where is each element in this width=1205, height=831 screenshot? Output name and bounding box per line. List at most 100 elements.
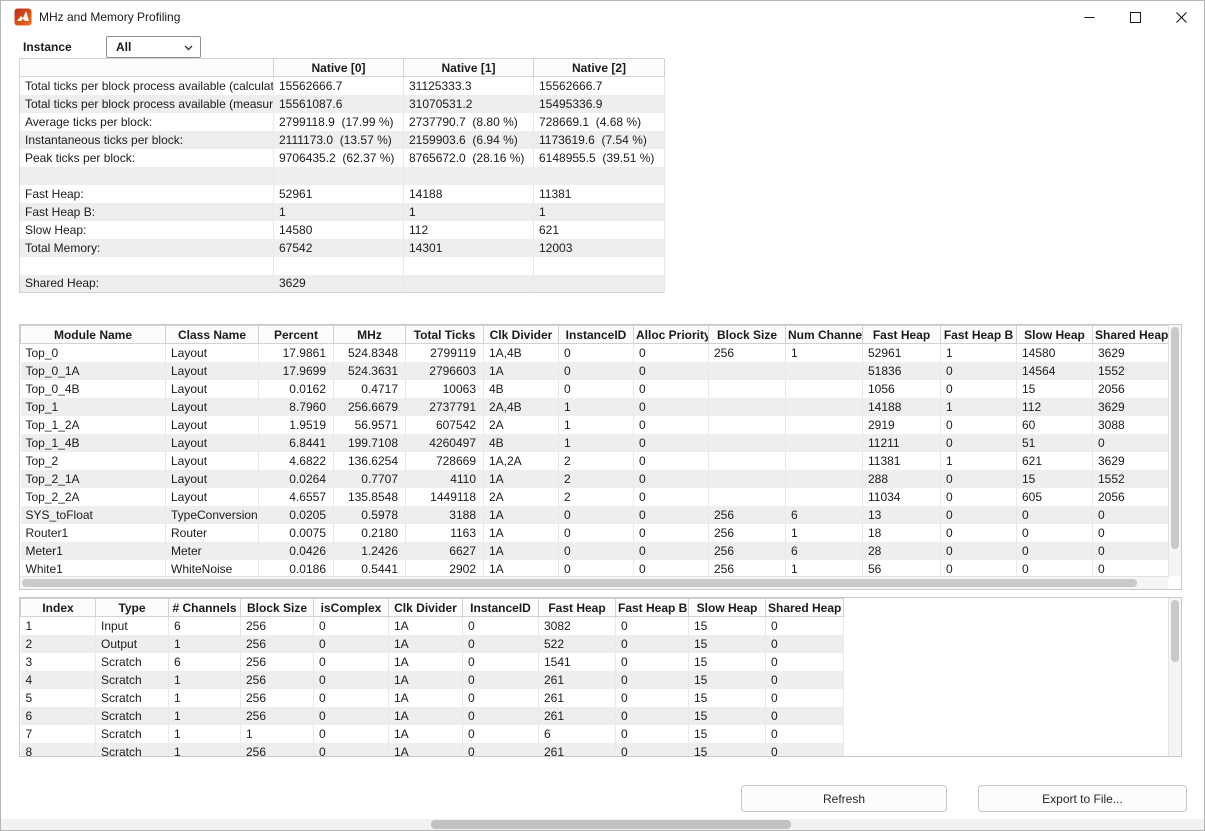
cell[interactable]: 0: [634, 488, 709, 506]
cell[interactable]: Top_1_4B: [21, 434, 166, 452]
cell[interactable]: 0: [616, 707, 689, 725]
table-row[interactable]: White1WhiteNoise0.01860.544129021A002561…: [21, 560, 1169, 578]
cell[interactable]: 2056: [1093, 380, 1169, 398]
cell[interactable]: 0: [559, 506, 634, 524]
cell[interactable]: 1A: [389, 617, 463, 635]
cell[interactable]: 0.0426: [259, 542, 334, 560]
cell[interactable]: Layout: [166, 344, 259, 362]
cell[interactable]: Top_0_1A: [21, 362, 166, 380]
cell[interactable]: 6: [786, 542, 863, 560]
cell[interactable]: 1A: [389, 707, 463, 725]
cell[interactable]: 4260497: [406, 434, 484, 452]
cell[interactable]: 0: [616, 671, 689, 689]
cell[interactable]: 0.2180: [334, 524, 406, 542]
cell[interactable]: 2: [559, 452, 634, 470]
cell[interactable]: 3629: [1093, 398, 1169, 416]
table-row[interactable]: Slow Heap:14580112621: [20, 221, 665, 239]
cell[interactable]: 2159903.6 (6.94 %): [404, 131, 534, 149]
cell[interactable]: 1: [559, 416, 634, 434]
cell[interactable]: 28: [863, 542, 941, 560]
refresh-button[interactable]: Refresh: [741, 785, 947, 812]
cell[interactable]: [709, 416, 786, 434]
cell[interactable]: Shared Heap:: [20, 275, 274, 293]
cell[interactable]: 15: [689, 671, 766, 689]
table-row[interactable]: 7Scratch1101A060150: [21, 725, 844, 743]
cell[interactable]: Router1: [21, 524, 166, 542]
cell[interactable]: 2799119: [406, 344, 484, 362]
cell[interactable]: 0: [766, 725, 844, 743]
cell[interactable]: 15561087.6: [274, 95, 404, 113]
cell[interactable]: 136.6254: [334, 452, 406, 470]
table-row[interactable]: Top_1_4BLayout6.8441199.710842604974B101…: [21, 434, 1169, 452]
cell[interactable]: Slow Heap:: [20, 221, 274, 239]
cell[interactable]: 2902: [406, 560, 484, 578]
cell[interactable]: 3188: [406, 506, 484, 524]
cell[interactable]: 17.9861: [259, 344, 334, 362]
cell[interactable]: 261: [539, 671, 616, 689]
buffer-table-vertical-scrollbar[interactable]: [1168, 598, 1181, 756]
cell[interactable]: 0: [463, 653, 539, 671]
cell[interactable]: 1A: [389, 689, 463, 707]
cell[interactable]: 3629: [1093, 452, 1169, 470]
cell[interactable]: 3629: [1093, 344, 1169, 362]
cell[interactable]: Top_2: [21, 452, 166, 470]
cell[interactable]: [709, 380, 786, 398]
cell[interactable]: Total Memory:: [20, 239, 274, 257]
cell[interactable]: [534, 257, 665, 275]
cell[interactable]: 0: [634, 398, 709, 416]
cell[interactable]: 0: [1093, 560, 1169, 578]
cell[interactable]: 0.0186: [259, 560, 334, 578]
cell[interactable]: 6: [21, 707, 96, 725]
cell[interactable]: 0: [1093, 506, 1169, 524]
cell[interactable]: 3082: [539, 617, 616, 635]
cell[interactable]: 112: [1017, 398, 1093, 416]
cell[interactable]: Top_0: [21, 344, 166, 362]
cell[interactable]: 14580: [1017, 344, 1093, 362]
cell[interactable]: 0: [941, 362, 1017, 380]
cell[interactable]: [274, 257, 404, 275]
cell[interactable]: 0.0075: [259, 524, 334, 542]
cell[interactable]: 256: [709, 560, 786, 578]
cell[interactable]: 0: [616, 635, 689, 653]
cell[interactable]: 1: [169, 671, 241, 689]
cell[interactable]: 15: [689, 689, 766, 707]
cell[interactable]: 0: [463, 743, 539, 758]
cell[interactable]: 1A,2A: [484, 452, 559, 470]
cell[interactable]: 0: [941, 380, 1017, 398]
cell[interactable]: 621: [1017, 452, 1093, 470]
cell[interactable]: 1: [941, 398, 1017, 416]
cell[interactable]: 3629: [274, 275, 404, 293]
cell[interactable]: 1: [404, 203, 534, 221]
cell[interactable]: 621: [534, 221, 665, 239]
cell[interactable]: 256: [241, 617, 314, 635]
cell[interactable]: 0: [616, 725, 689, 743]
cell[interactable]: 256: [709, 506, 786, 524]
cell[interactable]: 0: [766, 707, 844, 725]
cell[interactable]: 256: [709, 542, 786, 560]
cell[interactable]: 1: [559, 398, 634, 416]
table-row[interactable]: Total Memory:675421430112003: [20, 239, 665, 257]
cell[interactable]: [404, 167, 534, 185]
cell[interactable]: 1: [169, 725, 241, 743]
cell[interactable]: 0: [941, 416, 1017, 434]
cell[interactable]: 1: [786, 524, 863, 542]
cell[interactable]: 1173619.6 (7.54 %): [534, 131, 665, 149]
table-row[interactable]: [20, 167, 665, 185]
cell[interactable]: 0: [1093, 524, 1169, 542]
cell[interactable]: [404, 275, 534, 293]
cell[interactable]: 0: [463, 707, 539, 725]
cell[interactable]: [534, 275, 665, 293]
scrollbar-thumb[interactable]: [431, 820, 791, 829]
cell[interactable]: 4B: [484, 434, 559, 452]
cell[interactable]: 1449118: [406, 488, 484, 506]
cell[interactable]: 1: [786, 560, 863, 578]
cell[interactable]: Top_2_2A: [21, 488, 166, 506]
table-row[interactable]: Shared Heap:3629: [20, 275, 665, 293]
cell[interactable]: 8: [21, 743, 96, 758]
maximize-button[interactable]: [1112, 1, 1158, 33]
cell[interactable]: 0: [559, 380, 634, 398]
table-row[interactable]: 4Scratch125601A02610150: [21, 671, 844, 689]
cell[interactable]: 8765672.0 (28.16 %): [404, 149, 534, 167]
cell[interactable]: 60: [1017, 416, 1093, 434]
cell[interactable]: 12003: [534, 239, 665, 257]
